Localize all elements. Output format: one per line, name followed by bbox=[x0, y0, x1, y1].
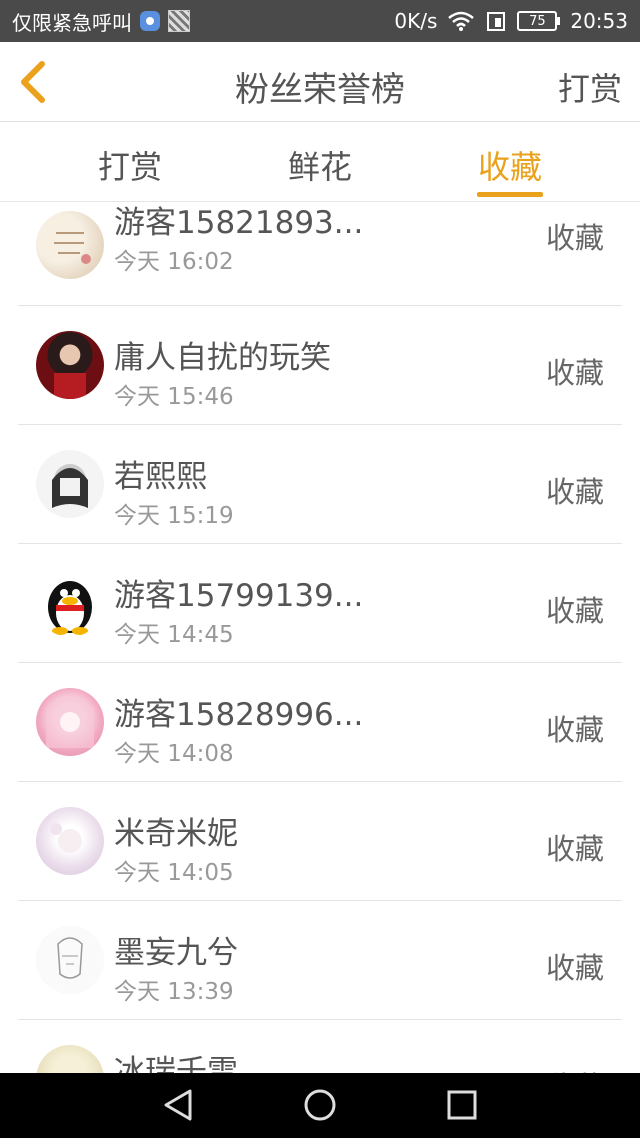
list-item[interactable]: 庸人自扰的玩笑 今天 15:46 收藏 bbox=[18, 306, 622, 425]
system-nav-bar bbox=[0, 1073, 640, 1138]
fan-time: 今天 14:05 bbox=[114, 860, 234, 886]
list-item[interactable]: 游客15828996... 今天 14:08 收藏 bbox=[18, 663, 622, 782]
avatar bbox=[36, 926, 104, 994]
wifi-icon bbox=[448, 11, 475, 31]
avatar bbox=[36, 688, 104, 756]
fan-name: 墨妄九兮 bbox=[114, 935, 238, 971]
fan-time: 今天 16:02 bbox=[114, 249, 234, 275]
reward-button[interactable]: 打赏 bbox=[558, 64, 622, 110]
fan-name: 若熙熙 bbox=[114, 459, 207, 495]
fan-action-type: 收藏 bbox=[545, 594, 604, 628]
sim-icon bbox=[487, 12, 506, 31]
fan-name: 冰瑞千雪 bbox=[114, 1054, 238, 1073]
clock: 20:53 bbox=[570, 9, 628, 33]
avatar bbox=[36, 211, 104, 279]
fan-time: 今天 14:08 bbox=[114, 741, 234, 767]
tab-flowers[interactable]: 鲜花 bbox=[260, 142, 380, 188]
avatar bbox=[36, 569, 104, 637]
list-item[interactable]: 冰瑞千雪 收藏 bbox=[18, 1020, 622, 1073]
qr-app-icon bbox=[168, 10, 190, 32]
list-item[interactable]: 若熙熙 今天 15:19 收藏 bbox=[18, 425, 622, 544]
fan-name: 游客15821893... bbox=[114, 205, 364, 241]
back-triangle-icon[interactable] bbox=[160, 1087, 196, 1123]
tab-reward[interactable]: 打赏 bbox=[70, 142, 190, 188]
fan-time: 今天 15:46 bbox=[114, 384, 234, 410]
avatar bbox=[36, 450, 104, 518]
list-item[interactable]: 墨妄九兮 今天 13:39 收藏 bbox=[18, 901, 622, 1020]
recents-square-icon[interactable] bbox=[444, 1087, 480, 1123]
tab-bar: 打赏 鲜花 收藏 bbox=[0, 122, 640, 202]
fan-action-type: 收藏 bbox=[545, 832, 604, 866]
fan-time: 今天 14:45 bbox=[114, 622, 234, 648]
fan-time: 今天 15:19 bbox=[114, 503, 234, 529]
list-item[interactable]: 游客15799139... 今天 14:45 收藏 bbox=[18, 544, 622, 663]
home-circle-icon[interactable] bbox=[302, 1087, 338, 1123]
fan-name: 游客15799139... bbox=[114, 578, 364, 614]
carrier-text: 仅限紧急呼叫 bbox=[12, 10, 132, 35]
app-header: 粉丝荣誉榜 打赏 bbox=[0, 42, 640, 122]
battery-icon: 75 bbox=[517, 11, 561, 31]
fan-name: 庸人自扰的玩笑 bbox=[114, 340, 331, 376]
fan-action-type: 收藏 bbox=[545, 475, 604, 509]
fan-action-type: 收藏 bbox=[545, 221, 604, 255]
page-title: 粉丝荣誉榜 bbox=[235, 70, 405, 110]
fan-action-type: 收藏 bbox=[545, 713, 604, 747]
avatar bbox=[36, 807, 104, 875]
fan-action-type: 收藏 bbox=[546, 1064, 604, 1073]
fan-action-type: 收藏 bbox=[545, 951, 604, 985]
battery-level: 75 bbox=[517, 11, 558, 31]
tab-favorites[interactable]: 收藏 bbox=[450, 142, 570, 188]
fan-list: 游客15821893... 今天 16:02 收藏 庸人自扰的玩笑 今天 15:… bbox=[0, 203, 640, 1073]
status-bar: 仅限紧急呼叫 0K/s 75 20:53 bbox=[0, 0, 640, 42]
fan-name: 米奇米妮 bbox=[114, 816, 238, 852]
avatar bbox=[36, 331, 104, 399]
fan-name: 游客15828996... bbox=[114, 697, 364, 733]
network-speed: 0K/s bbox=[394, 9, 438, 33]
location-icon bbox=[140, 11, 160, 31]
active-tab-indicator bbox=[477, 192, 543, 197]
fan-time: 今天 13:39 bbox=[114, 979, 234, 1005]
fan-action-type: 收藏 bbox=[545, 356, 604, 390]
list-item[interactable]: 游客15821893... 今天 16:02 收藏 bbox=[18, 203, 622, 306]
list-item[interactable]: 米奇米妮 今天 14:05 收藏 bbox=[18, 782, 622, 901]
avatar bbox=[36, 1045, 104, 1073]
